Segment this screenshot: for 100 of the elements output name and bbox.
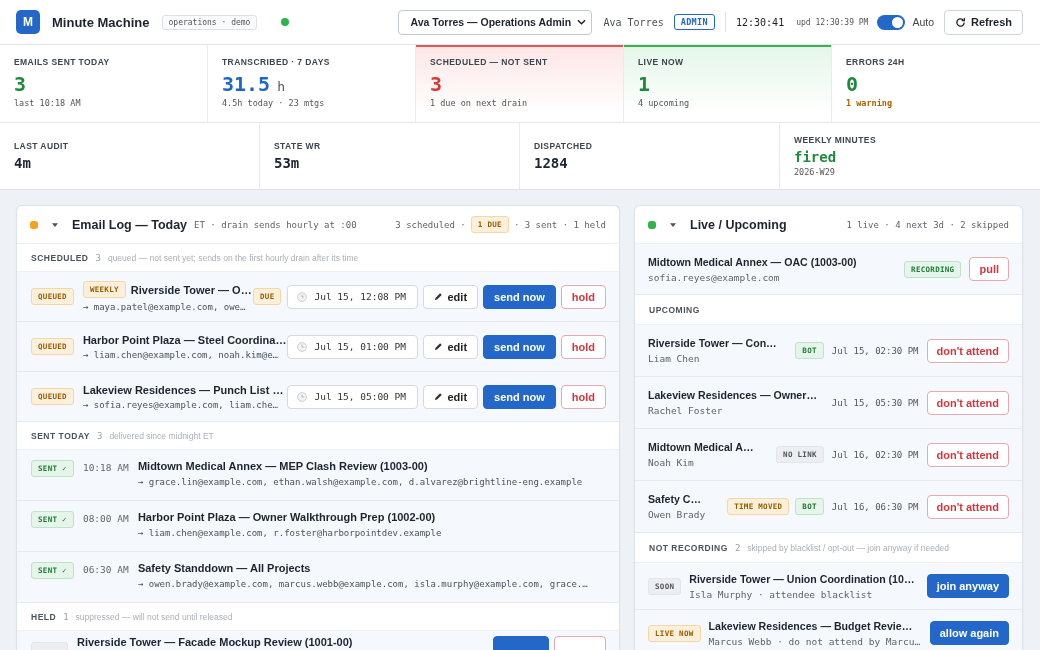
sent-time: 10:18 AM — [82, 462, 130, 473]
organizer-name: Owen Brady — [648, 509, 707, 520]
summary-text: 3 scheduled · — [395, 219, 466, 230]
user-name: Ava Torres — [603, 16, 664, 28]
stat-value: 4m — [14, 155, 32, 171]
pull-button[interactable]: pull — [969, 257, 1009, 281]
section-count: 1 — [63, 611, 69, 622]
dont-attend-button[interactable]: don't attend — [926, 338, 1009, 363]
send-time-field[interactable]: Jul 15, 01:00 PM — [287, 334, 419, 359]
email-title: Riverside Tower — Facade Mockup Review (1001-00) — [77, 636, 354, 648]
meeting-title: Riverside Tower — Con… — [648, 337, 778, 349]
clock-time: 12:30:41 — [736, 16, 785, 28]
stat-value: 53m — [274, 155, 301, 171]
edit-button[interactable]: edit — [423, 284, 479, 309]
edit-button[interactable]: edit — [423, 384, 479, 409]
meeting-title: Safety C… — [648, 493, 702, 505]
email-title: Harbor Point Plaza — Steel Coordina… — [82, 333, 287, 346]
stat-label: DISPATCHED — [534, 141, 594, 151]
caret-icon[interactable] — [670, 222, 676, 227]
action-button[interactable]: allow again — [929, 621, 1009, 645]
section-note: skipped by blacklist / opt-out — join anyway if needed — [747, 542, 950, 553]
stat-value: 3 — [430, 72, 443, 96]
meeting-title: Lakeview Residences — Budget Revie… — [708, 619, 914, 632]
auto-refresh-toggle[interactable] — [877, 14, 906, 30]
hold-button[interactable]: hold — [560, 334, 606, 359]
stat-label: SCHEDULED — NOT SENT — [430, 57, 549, 67]
stat-note: 4 upcoming — [638, 98, 691, 108]
stat-label: STATE WR — [274, 141, 322, 151]
stat-unit: h — [277, 79, 285, 94]
clock-icon — [297, 341, 308, 352]
stat-value: 1 — [638, 72, 651, 96]
dont-attend-button[interactable]: don't attend — [926, 494, 1009, 519]
pencil-icon — [434, 342, 444, 351]
meeting-subtitle: Isla Murphy · attendee blacklist — [689, 588, 874, 600]
stat-value: 3 — [14, 72, 27, 96]
app-name: Minute Machine — [52, 14, 150, 30]
account-select[interactable]: Ava Torres — Operations Admin — [398, 9, 593, 35]
action-button[interactable]: join anyway — [926, 574, 1009, 598]
section-note: suppressed — will not send until released — [75, 611, 233, 622]
stat-value: 0 — [846, 72, 859, 96]
toggle-label: Auto — [912, 16, 935, 28]
section-title: UPCOMING — [649, 304, 700, 315]
refresh-icon — [955, 16, 967, 28]
email-title: Lakeview Residences — Punch List … — [82, 383, 284, 396]
send-now-button[interactable]: send now — [483, 384, 556, 409]
hold-button[interactable]: hold — [560, 284, 606, 309]
stat-note: 4.5h today · 23 mtgs — [222, 98, 326, 108]
email-title: Riverside Tower — O… — [130, 283, 252, 296]
stat-label: LIVE NOW — [638, 57, 685, 67]
edit-button[interactable]: edit — [423, 334, 479, 359]
send-time-field[interactable]: Jul 15, 12:08 PM — [287, 284, 419, 309]
chevron-down-icon — [577, 19, 587, 25]
section-title: HELD — [31, 611, 57, 622]
hold-button[interactable]: hold — [560, 384, 606, 409]
meeting-time: Jul 15, 05:30 PM — [831, 397, 919, 408]
meeting-title: Midtown Medical Annex — OAC (1003-00) — [648, 255, 858, 268]
organizer-name: Rachel Foster — [648, 405, 724, 416]
app-logo: M — [16, 10, 40, 34]
pencil-icon — [434, 292, 444, 301]
send-time-field[interactable]: Jul 15, 05:00 PM — [287, 384, 419, 409]
send-now-button[interactable]: send now — [483, 334, 556, 359]
recipient-list: → owen.brady@example.com, marcus.webb@example.com, isla.murphy@example.com, grace.… — [137, 579, 606, 589]
recipient-list: → liam.chen@example.com, noah.kim@e… — [82, 349, 282, 360]
stat-value: 1284 — [534, 155, 569, 171]
meeting-title: Midtown Medical A… — [648, 441, 755, 453]
stat-note: 2026-W29 — [794, 167, 836, 177]
section-count: 3 — [96, 430, 103, 441]
meeting-time: Jul 16, 02:30 PM — [831, 449, 919, 460]
stat-value: fired — [794, 149, 838, 165]
section-count: 3 — [95, 252, 101, 263]
meeting-time: Jul 15, 02:30 PM — [831, 345, 919, 356]
organizer-name: Noah Kim — [648, 457, 695, 468]
clock-icon — [297, 291, 308, 302]
recipient-list: → liam.chen@example.com, r.foster@harborpointdev.example — [137, 528, 606, 538]
meeting-subtitle: sofia.reyes@example.com — [648, 271, 781, 283]
section-title: SENT TODAY — [31, 430, 90, 441]
sent-time: 08:00 AM — [82, 513, 130, 524]
dont-attend-button[interactable]: don't attend — [926, 442, 1009, 467]
stat-note: last 10:18 AM — [14, 98, 82, 108]
section-note: queued — not sent yet; sends on the first hourly drain after its time — [107, 252, 359, 263]
stat-value: 31.5 — [222, 72, 271, 96]
section-title: SCHEDULED — [31, 252, 89, 263]
refresh-button[interactable]: Refresh — [944, 9, 1023, 35]
email-title: Harbor Point Plaza — Owner Walkthrough Prep (1002-00) — [137, 511, 437, 523]
clock-icon — [297, 391, 308, 402]
summary-text: · 3 sent · 1 held — [513, 219, 606, 230]
sent-time: 06:30 AM — [82, 564, 130, 575]
email-title: Safety Standdown — All Projects — [137, 562, 312, 574]
stat-label: ERRORS 24H — [846, 57, 906, 67]
stat-note: 1 due on next drain — [430, 98, 529, 108]
updated-time: upd 12:30:39 PM — [796, 17, 869, 27]
caret-icon[interactable] — [52, 222, 58, 227]
send-now-button[interactable]: send now — [483, 284, 556, 309]
stat-label: LAST AUDIT — [14, 141, 70, 151]
recipient-list: → grace.lin@example.com, ethan.walsh@example.com, d.alvarez@brightline-eng.example — [137, 477, 606, 487]
stat-note: 1 warning — [846, 98, 894, 108]
organizer-name: Liam Chen — [648, 353, 701, 364]
recipient-list: → maya.patel@example.com, owe… — [82, 302, 249, 312]
meeting-title: Lakeview Residences — Owner… — [648, 389, 818, 401]
dont-attend-button[interactable]: don't attend — [926, 390, 1009, 415]
